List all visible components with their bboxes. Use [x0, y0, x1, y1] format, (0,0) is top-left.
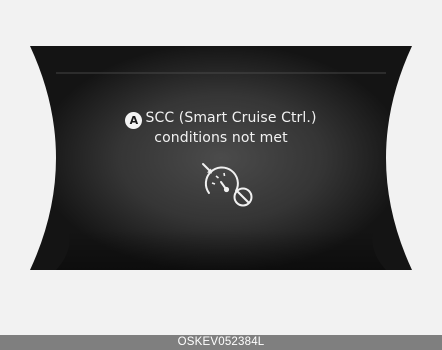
figure-code: OSKEV052384L — [177, 336, 265, 348]
prohibited-icon — [233, 187, 253, 207]
message-line-2: conditions not met — [154, 130, 288, 146]
display-upper-band — [56, 72, 386, 74]
speedometer-icon — [204, 166, 239, 194]
message-line-1: A SCC (Smart Cruise Ctrl.) — [0, 109, 442, 129]
callout-marker: A — [125, 112, 143, 129]
warning-message: A SCC (Smart Cruise Ctrl.) conditions not… — [0, 109, 442, 148]
figure-code-bar: OSKEV052384L — [0, 335, 442, 350]
display-lower-shade — [56, 230, 386, 270]
smart-cruise-control-unavailable-icon — [202, 163, 253, 207]
message-line-1-text: SCC (Smart Cruise Ctrl.) — [145, 110, 317, 126]
